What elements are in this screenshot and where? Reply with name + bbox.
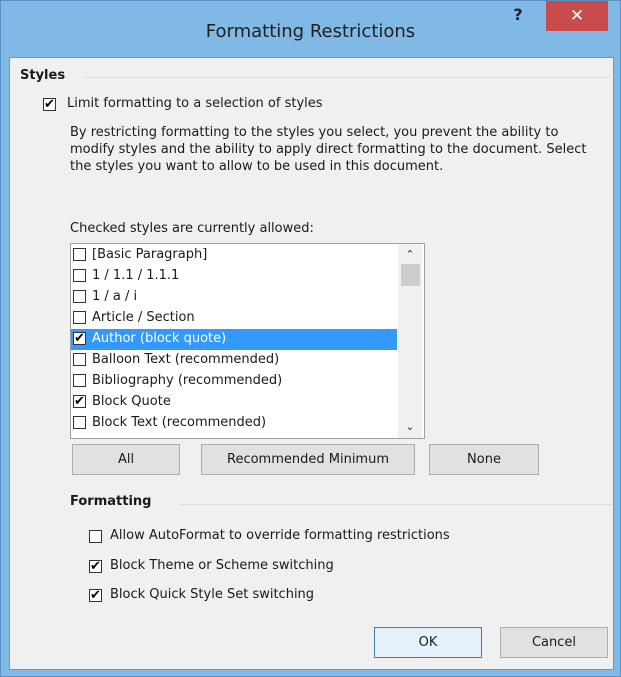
style-label: Bibliography (recommended) xyxy=(92,373,283,388)
style-checkbox[interactable] xyxy=(73,269,86,282)
recommended-minimum-button[interactable]: Recommended Minimum xyxy=(201,444,415,475)
select-all-button[interactable]: All xyxy=(72,444,180,475)
cancel-button[interactable]: Cancel xyxy=(500,627,608,658)
list-item[interactable]: Block Text (recommended) xyxy=(71,413,397,434)
styles-scrollbar[interactable]: ⌃ ⌄ xyxy=(398,244,422,438)
style-checkbox[interactable] xyxy=(73,248,86,261)
style-label: 1 / 1.1 / 1.1.1 xyxy=(92,268,180,283)
style-label: Block Text (recommended) xyxy=(92,415,267,430)
scroll-thumb[interactable] xyxy=(401,264,420,286)
dialog-body: Styles ✔ Limit formatting to a selection… xyxy=(9,57,614,670)
close-button[interactable]: ✕ xyxy=(546,1,608,31)
styles-divider xyxy=(84,77,611,78)
list-item[interactable]: ✔ Block Quote xyxy=(71,392,397,413)
style-checkbox[interactable] xyxy=(73,374,86,387)
style-label: [Basic Paragraph] xyxy=(92,247,208,262)
styles-listbox[interactable]: [Basic Paragraph] 1 / 1.1 / 1.1.1 1 / a … xyxy=(70,243,425,439)
limit-formatting-label[interactable]: Limit formatting to a selection of style… xyxy=(67,96,323,111)
scroll-up-arrow-icon[interactable]: ⌃ xyxy=(398,244,422,264)
block-quick-style-checkbox[interactable]: ✔ xyxy=(89,589,102,602)
list-item-selected[interactable]: ✔ Author (block quote) xyxy=(71,329,397,350)
allowed-styles-caption: Checked styles are currently allowed: xyxy=(70,221,314,236)
help-button[interactable]: ? xyxy=(503,4,533,26)
restriction-description: By restricting formatting to the styles … xyxy=(70,125,587,174)
list-item[interactable]: [Basic Paragraph] xyxy=(71,245,397,266)
allow-autoformat-label[interactable]: Allow AutoFormat to override formatting … xyxy=(110,528,450,543)
formatting-divider xyxy=(180,504,612,505)
title-bar[interactable]: Formatting Restrictions ? ✕ xyxy=(1,1,620,57)
select-none-button[interactable]: None xyxy=(429,444,539,475)
block-theme-checkbox[interactable]: ✔ xyxy=(89,560,102,573)
style-label: Author (block quote) xyxy=(92,331,227,346)
style-label: Balloon Text (recommended) xyxy=(92,352,280,367)
style-checkbox-checked[interactable]: ✔ xyxy=(73,332,86,345)
scroll-down-arrow-icon[interactable]: ⌄ xyxy=(398,418,422,438)
style-checkbox[interactable] xyxy=(73,311,86,324)
style-label: 1 / a / i xyxy=(92,289,138,304)
style-checkbox[interactable] xyxy=(73,416,86,429)
list-item[interactable]: Bibliography (recommended) xyxy=(71,371,397,392)
block-theme-label[interactable]: Block Theme or Scheme switching xyxy=(110,558,334,573)
limit-formatting-checkbox[interactable]: ✔ xyxy=(43,98,56,111)
formatting-restrictions-dialog: Formatting Restrictions ? ✕ Styles ✔ Lim… xyxy=(0,0,621,677)
list-item[interactable]: Article / Section xyxy=(71,308,397,329)
list-item[interactable]: 1 / 1.1 / 1.1.1 xyxy=(71,266,397,287)
list-item[interactable]: 1 / a / i xyxy=(71,287,397,308)
formatting-section-title: Formatting xyxy=(70,494,152,509)
ok-button[interactable]: OK xyxy=(374,627,482,658)
block-quick-style-label[interactable]: Block Quick Style Set switching xyxy=(110,587,314,602)
styles-section-title: Styles xyxy=(20,68,66,83)
style-label: Article / Section xyxy=(92,310,195,325)
style-checkbox-checked[interactable]: ✔ xyxy=(73,395,86,408)
list-item[interactable]: Balloon Text (recommended) xyxy=(71,350,397,371)
style-label: Block Quote xyxy=(92,394,171,409)
allow-autoformat-checkbox[interactable] xyxy=(89,530,102,543)
style-checkbox[interactable] xyxy=(73,290,86,303)
style-checkbox[interactable] xyxy=(73,353,86,366)
